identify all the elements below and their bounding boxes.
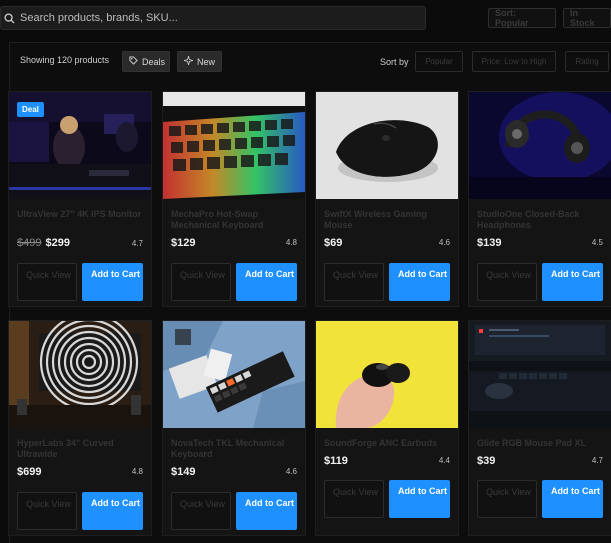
add-to-cart-button[interactable]: Add to Cart <box>389 480 450 518</box>
sort-popular-pill[interactable]: Sort: Popular <box>488 8 556 28</box>
product-image-earbuds[interactable] <box>316 321 458 428</box>
current-price: $149 <box>171 466 196 478</box>
price-row: $139 <box>477 237 501 249</box>
rating: 4.8 <box>131 467 143 476</box>
add-to-cart-button[interactable]: Add to Cart <box>542 263 603 301</box>
product-image-ultrawide[interactable] <box>9 321 151 428</box>
product-image-mouse[interactable] <box>316 92 458 199</box>
product-title[interactable]: UltraView 27" 4K IPS Monitor <box>17 209 145 220</box>
product-image-gaming-room[interactable]: Deal <box>9 92 151 199</box>
current-price: $69 <box>324 237 343 249</box>
product-card[interactable]: Deal UltraView 27" 4K IPS Monitor $499 $2… <box>8 91 152 307</box>
new-chip-label: New <box>197 56 216 67</box>
add-to-cart-button[interactable]: Add to Cart <box>236 492 297 530</box>
product-title[interactable]: HyperLabs 34" Curved Ultrawide <box>17 438 145 460</box>
product-image-keyboard[interactable] <box>163 92 305 199</box>
product-card[interactable]: SoundForge ANC Earbuds $119 4.4 Quick Vi… <box>315 320 459 536</box>
quick-view-button[interactable]: Quick View <box>17 263 77 301</box>
search-placeholder: Search products, brands, SKU... <box>20 12 178 24</box>
price-row: $69 <box>324 237 342 249</box>
price-row: $129 <box>171 237 195 249</box>
product-title[interactable]: SoundForge ANC Earbuds <box>324 438 452 449</box>
price-row: $499 $299 <box>17 237 70 249</box>
quick-view-button[interactable]: Quick View <box>324 480 384 518</box>
quick-view-button[interactable]: Quick View <box>324 263 384 301</box>
current-price: $119 <box>324 455 348 467</box>
tag-icon <box>129 56 138 67</box>
product-title[interactable]: MechaPro Hot-Swap Mechanical Keyboard <box>171 209 299 231</box>
price-row: $119 <box>324 455 348 467</box>
current-price: $699 <box>17 466 42 478</box>
price-row: $149 <box>171 466 195 478</box>
current-price: $129 <box>171 237 196 249</box>
in-stock-pill[interactable]: In Stock <box>563 8 611 28</box>
rating: 4.8 <box>285 238 297 247</box>
product-card[interactable]: HyperLabs 34" Curved Ultrawide $699 4.8 … <box>8 320 152 536</box>
product-image-tkl-keyboard[interactable] <box>163 321 305 428</box>
search-icon <box>1 10 17 26</box>
quick-view-button[interactable]: Quick View <box>477 480 537 518</box>
add-to-cart-button[interactable]: Add to Cart <box>82 263 143 301</box>
current-price: $299 <box>45 237 70 249</box>
top-bar: Search products, brands, SKU... Sort: Po… <box>0 0 611 36</box>
current-price: $39 <box>477 455 496 467</box>
toolbar: Showing 120 products Deals New Sort by P… <box>19 49 609 73</box>
product-title[interactable]: Glide RGB Mouse Pad XL <box>477 438 605 449</box>
rating: 4.4 <box>438 456 450 465</box>
product-image-headphones[interactable] <box>469 92 611 199</box>
add-to-cart-button[interactable]: Add to Cart <box>82 492 143 530</box>
quick-view-button[interactable]: Quick View <box>17 492 77 530</box>
price-row: $699 <box>17 466 41 478</box>
product-card[interactable]: MechaPro Hot-Swap Mechanical Keyboard $1… <box>162 91 306 307</box>
product-card[interactable]: SwiftX Wireless Gaming Mouse $69 4.6 Qui… <box>315 91 459 307</box>
product-title[interactable]: NovaTech TKL Mechanical Keyboard <box>171 438 299 460</box>
quick-view-button[interactable]: Quick View <box>171 263 231 301</box>
add-to-cart-button[interactable]: Add to Cart <box>542 480 603 518</box>
price-row: $39 <box>477 455 495 467</box>
product-card[interactable]: StudioOne Closed-Back Headphones $139 4.… <box>468 91 611 307</box>
add-to-cart-button[interactable]: Add to Cart <box>236 263 297 301</box>
add-to-cart-button[interactable]: Add to Cart <box>389 263 450 301</box>
current-price: $139 <box>477 237 502 249</box>
sort-price-button[interactable]: Price: Low to High <box>472 51 556 72</box>
rating: 4.7 <box>131 239 143 248</box>
rating: 4.5 <box>591 238 603 247</box>
product-count: Showing 120 products <box>20 55 110 65</box>
product-card[interactable]: Glide RGB Mouse Pad XL $39 4.7 Quick Vie… <box>468 320 611 536</box>
search-input[interactable]: Search products, brands, SKU... <box>0 6 426 30</box>
rating: 4.6 <box>285 467 297 476</box>
deal-badge: Deal <box>17 102 44 117</box>
sparkle-icon <box>183 55 194 67</box>
product-card[interactable]: NovaTech TKL Mechanical Keyboard $149 4.… <box>162 320 306 536</box>
rating: 4.6 <box>438 238 450 247</box>
deals-chip-label: Deals <box>142 56 166 67</box>
new-chip[interactable]: New <box>177 51 222 72</box>
sort-rating-button[interactable]: Rating <box>565 51 609 72</box>
rating: 4.7 <box>591 456 603 465</box>
deals-chip[interactable]: Deals <box>122 51 170 72</box>
quick-view-button[interactable]: Quick View <box>171 492 231 530</box>
product-image-mouse-pad[interactable] <box>469 321 611 428</box>
product-title[interactable]: SwiftX Wireless Gaming Mouse <box>324 209 452 231</box>
quick-view-button[interactable]: Quick View <box>477 263 537 301</box>
old-price: $499 <box>17 237 42 249</box>
sort-popular-button[interactable]: Popular <box>415 51 463 72</box>
product-title[interactable]: StudioOne Closed-Back Headphones <box>477 209 605 231</box>
sort-by-label: Sort by <box>380 57 409 67</box>
